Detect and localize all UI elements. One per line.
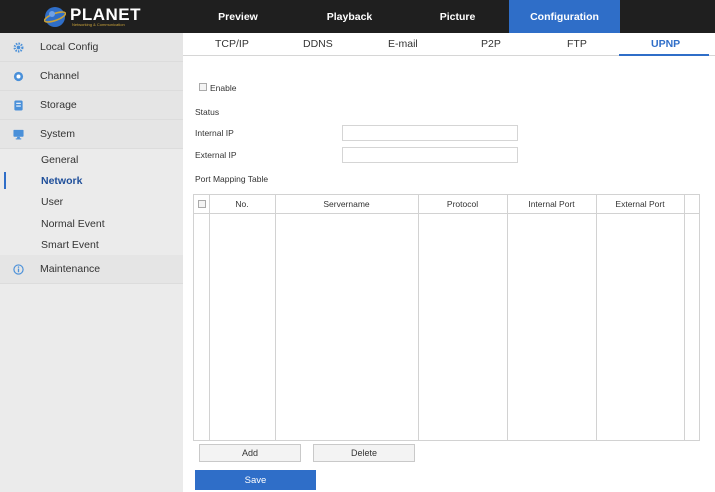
sidebar-subitem-label: Network: [41, 175, 83, 187]
sidebar-item-label: Storage: [40, 99, 77, 111]
column-divider: [418, 195, 419, 440]
sidebar-item-maintenance[interactable]: Maintenance: [0, 255, 183, 284]
column-divider: [209, 195, 210, 440]
planet-globe-icon: [44, 7, 66, 27]
monitor-icon: [13, 129, 24, 140]
table-header-spacer: [684, 195, 699, 214]
network-tabs: TCP/IP DDNS E-mail P2P FTP UPNP: [183, 33, 715, 56]
column-divider: [507, 195, 508, 440]
tab-p2p[interactable]: P2P: [481, 38, 501, 50]
info-icon: [13, 264, 24, 275]
table-header-select-all[interactable]: [194, 195, 209, 214]
table-header-no: No.: [209, 195, 275, 214]
active-tab-indicator: [619, 54, 709, 56]
port-mapping-table: No. Servername Protocol Internal Port Ex…: [193, 194, 700, 441]
sidebar-subitem-label: User: [41, 196, 64, 208]
tab-email[interactable]: E-mail: [388, 38, 418, 50]
sidebar-subitem-general[interactable]: General: [0, 149, 183, 170]
topnav-preview[interactable]: Preview: [183, 0, 293, 33]
table-header-internal-port: Internal Port: [507, 195, 596, 214]
table-header-servername: Servername: [275, 195, 418, 214]
camera-icon: [13, 71, 24, 82]
select-all-checkbox[interactable]: [197, 200, 206, 208]
active-indicator: [4, 172, 6, 189]
sidebar-item-label: System: [40, 128, 76, 140]
tab-upnp[interactable]: UPNP: [651, 38, 680, 50]
column-divider: [684, 195, 685, 440]
enable-checkbox[interactable]: [199, 83, 207, 91]
tab-ftp[interactable]: FTP: [567, 38, 587, 50]
table-header-protocol: Protocol: [418, 195, 507, 214]
enable-label: Enable: [210, 83, 237, 93]
port-mapping-table-label: Port Mapping Table: [195, 174, 269, 184]
brand-logo: PLANET Networking & Communication: [44, 5, 141, 29]
sidebar-item-system[interactable]: System: [0, 120, 183, 149]
topnav-picture[interactable]: Picture: [406, 0, 509, 33]
sidebar-subitem-normal-event[interactable]: Normal Event: [0, 213, 183, 234]
tab-tcpip[interactable]: TCP/IP: [215, 38, 249, 50]
sidebar-subitem-network[interactable]: Network: [0, 170, 183, 191]
external-ip-label: External IP: [195, 150, 237, 160]
delete-button[interactable]: Delete: [313, 444, 415, 462]
sidebar-item-channel[interactable]: Channel: [0, 62, 183, 91]
brand-tagline: Networking & Communication: [72, 22, 125, 27]
gear-icon: [13, 42, 24, 53]
sidebar-subitem-label: Smart Event: [41, 239, 99, 251]
sidebar-subitem-smart-event[interactable]: Smart Event: [0, 234, 183, 255]
sidebar-item-label: Maintenance: [40, 263, 101, 275]
add-button[interactable]: Add: [199, 444, 301, 462]
topnav-configuration[interactable]: Configuration: [509, 0, 620, 33]
top-bar: PLANET Networking & Communication Previe…: [0, 0, 715, 33]
topnav-playback[interactable]: Playback: [293, 0, 406, 33]
sidebar-item-label: Channel: [40, 70, 80, 82]
sidebar-item-storage[interactable]: Storage: [0, 91, 183, 120]
sidebar-item-label: Local Config: [40, 41, 99, 53]
internal-ip-label: Internal IP: [195, 128, 234, 138]
tab-ddns[interactable]: DDNS: [303, 38, 333, 50]
sidebar-item-local-config[interactable]: Local Config: [0, 33, 183, 62]
status-label: Status: [195, 107, 220, 117]
column-divider: [275, 195, 276, 440]
save-button[interactable]: Save: [195, 470, 316, 490]
sidebar-subitem-label: Normal Event: [41, 218, 105, 230]
sidebar-subitem-user[interactable]: User: [0, 191, 183, 212]
external-ip-field[interactable]: [342, 147, 518, 163]
table-header-external-port: External Port: [596, 195, 684, 214]
sidebar: Local Config Channel Storage System Gene…: [0, 33, 183, 492]
sidebar-subitem-label: General: [41, 154, 79, 166]
internal-ip-field[interactable]: [342, 125, 518, 141]
column-divider: [596, 195, 597, 440]
storage-icon: [14, 100, 23, 111]
